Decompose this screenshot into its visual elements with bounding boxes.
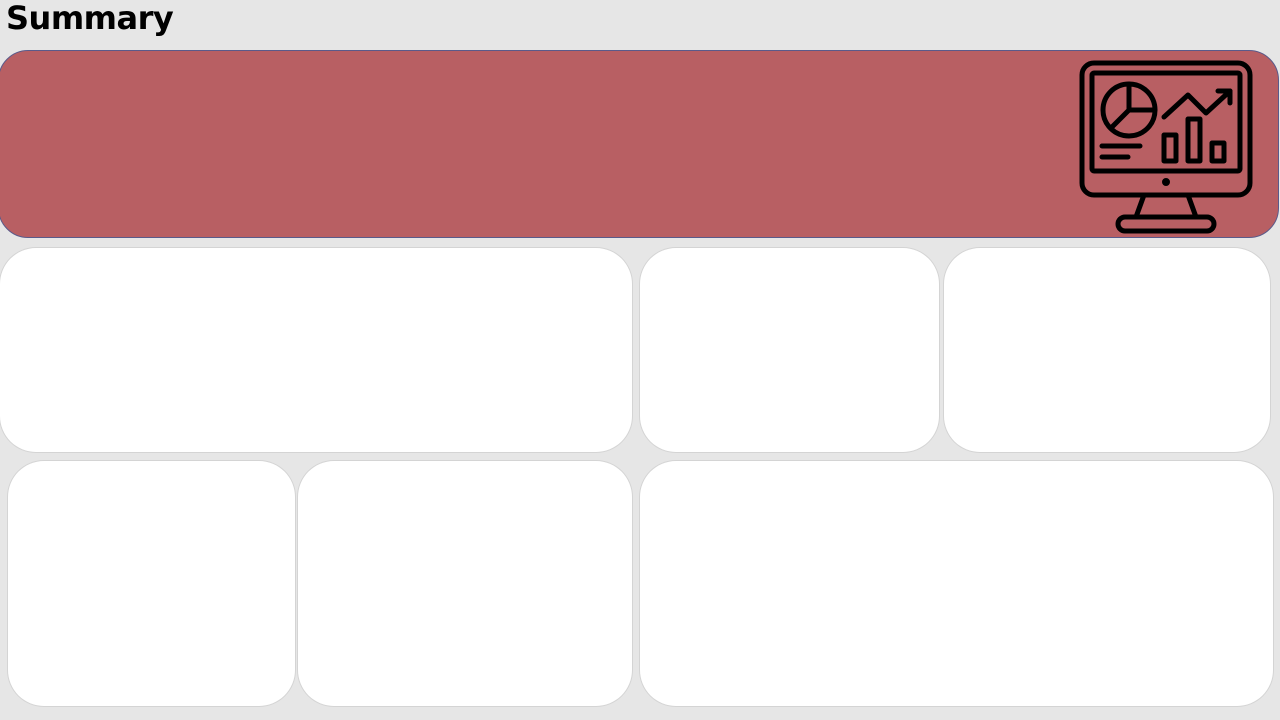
card-row1-mid [640,248,939,452]
card-row2-wide [640,461,1273,706]
card-row2-left [8,461,295,706]
card-row1-wide [0,248,632,452]
page-title: Summary [6,0,174,37]
analytics-monitor-icon [1079,60,1253,234]
summary-banner [0,50,1279,238]
card-row1-right [944,248,1270,452]
card-row2-mid [298,461,632,706]
dashboard-canvas: Summary [0,0,1280,720]
